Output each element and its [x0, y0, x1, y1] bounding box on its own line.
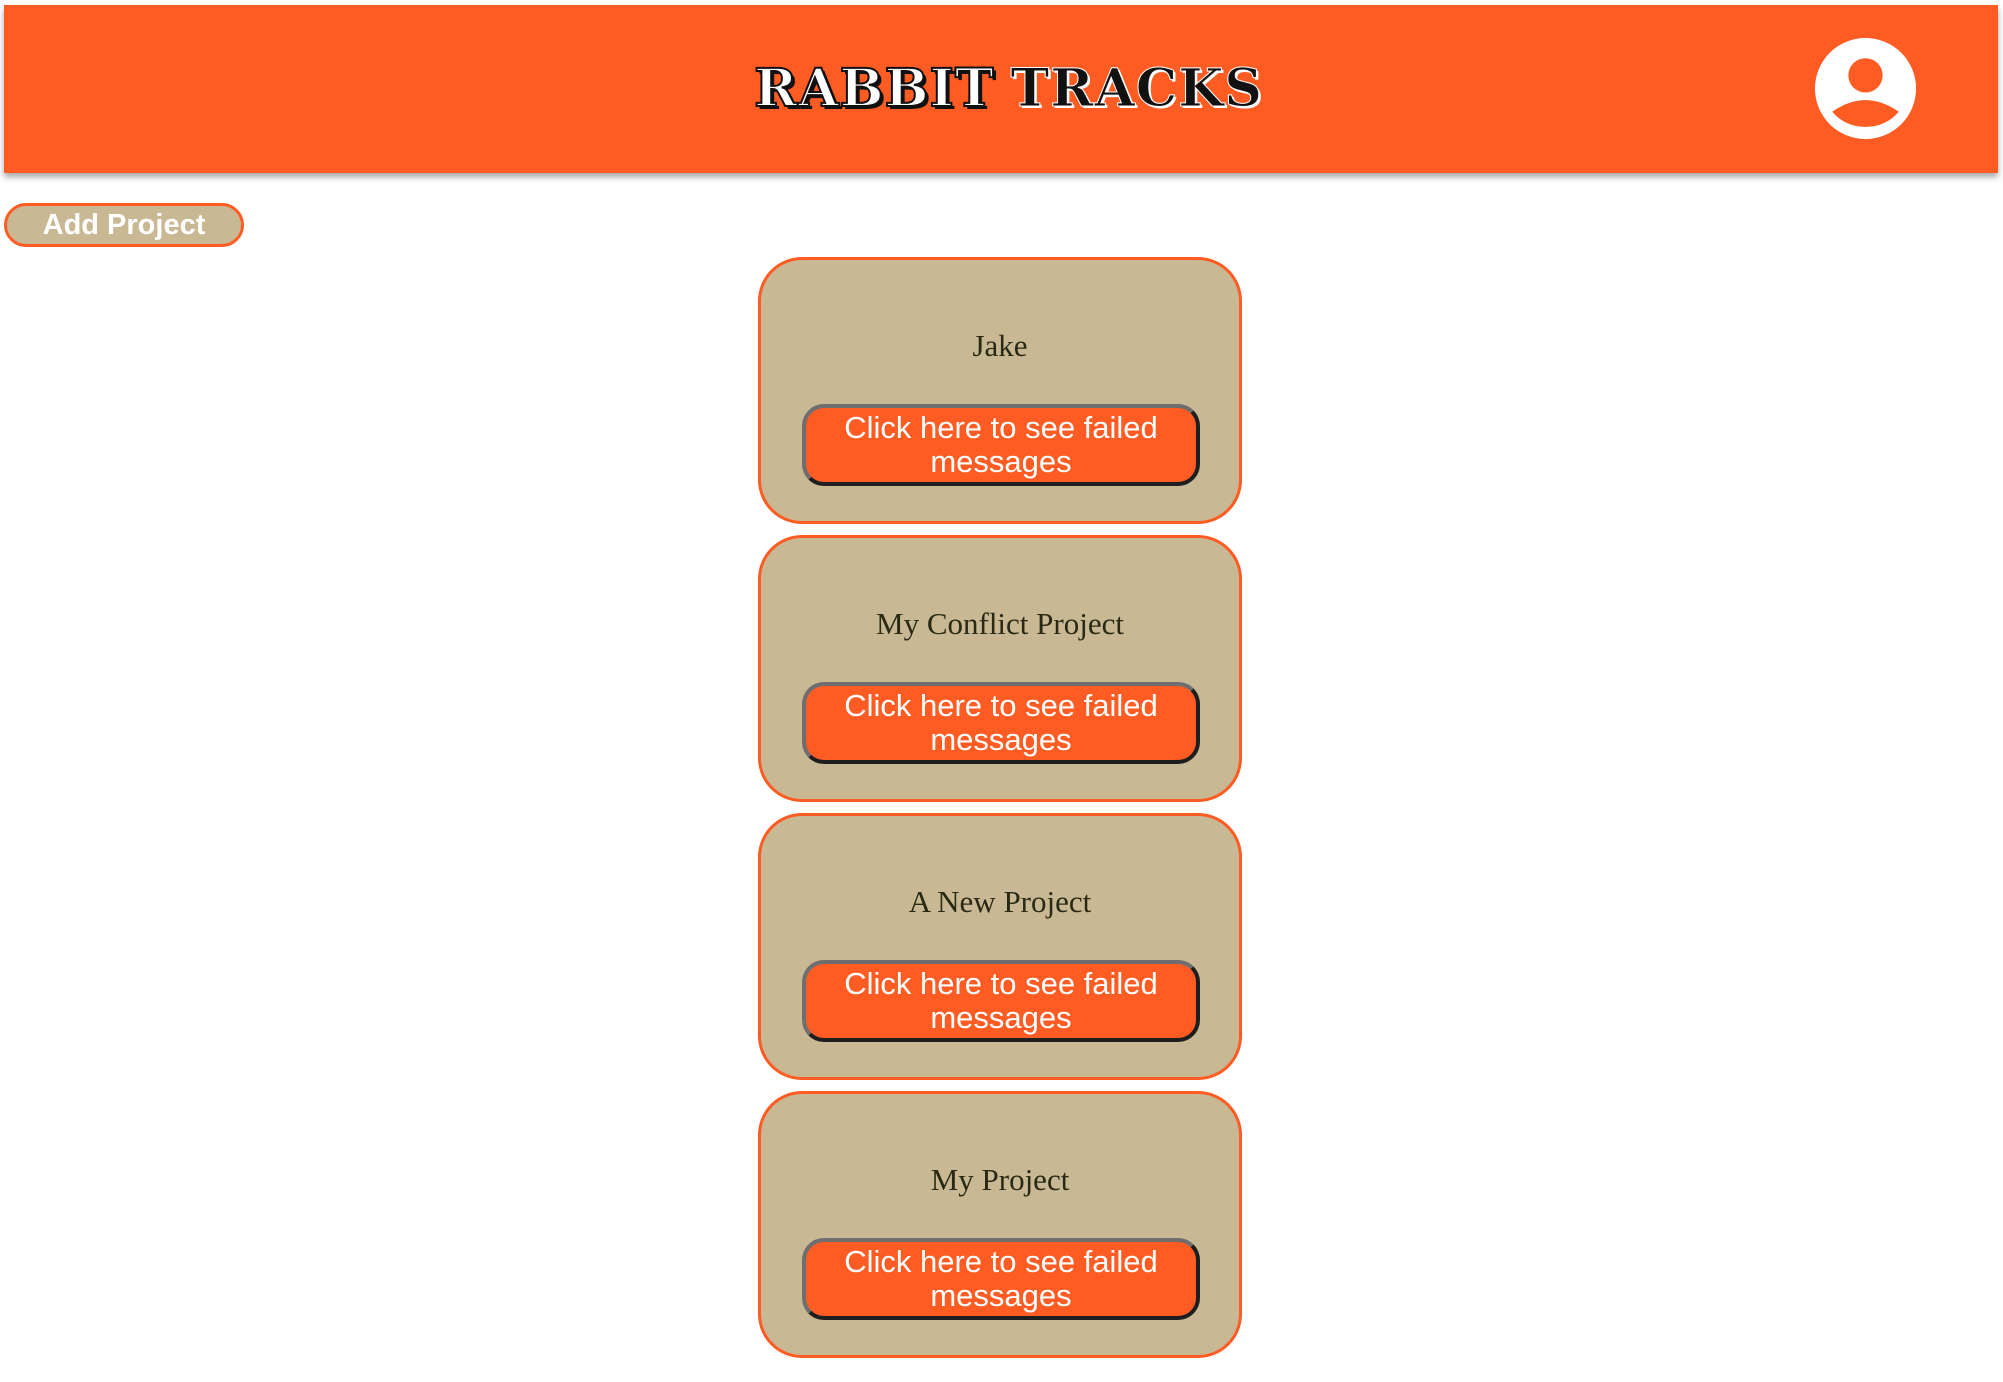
project-card: My Conflict Project Click here to see fa… — [758, 535, 1242, 802]
project-card: My Project Click here to see failed mess… — [758, 1091, 1242, 1358]
failed-messages-button[interactable]: Click here to see failed messages — [802, 1238, 1200, 1320]
failed-messages-button[interactable]: Click here to see failed messages — [802, 404, 1200, 486]
project-name: Jake — [972, 328, 1028, 363]
user-circle-icon — [1815, 38, 1916, 139]
project-card: Jake Click here to see failed messages — [758, 257, 1242, 524]
brand-word-tracks: TRACKS — [1010, 58, 1263, 119]
project-list: Jake Click here to see failed messages M… — [758, 257, 1242, 1369]
failed-messages-button[interactable]: Click here to see failed messages — [802, 682, 1200, 764]
user-avatar-button[interactable] — [1815, 38, 1916, 139]
project-card: A New Project Click here to see failed m… — [758, 813, 1242, 1080]
project-name: My Conflict Project — [876, 606, 1124, 641]
app-header: RABBIT TRACKS — [4, 5, 1998, 173]
failed-messages-button[interactable]: Click here to see failed messages — [802, 960, 1200, 1042]
add-project-button[interactable]: Add Project — [4, 203, 244, 247]
project-name: My Project — [930, 1162, 1070, 1197]
app-logo[interactable]: RABBIT TRACKS — [753, 58, 1263, 119]
brand-word-rabbit: RABBIT — [753, 58, 995, 119]
project-name: A New Project — [908, 884, 1092, 919]
